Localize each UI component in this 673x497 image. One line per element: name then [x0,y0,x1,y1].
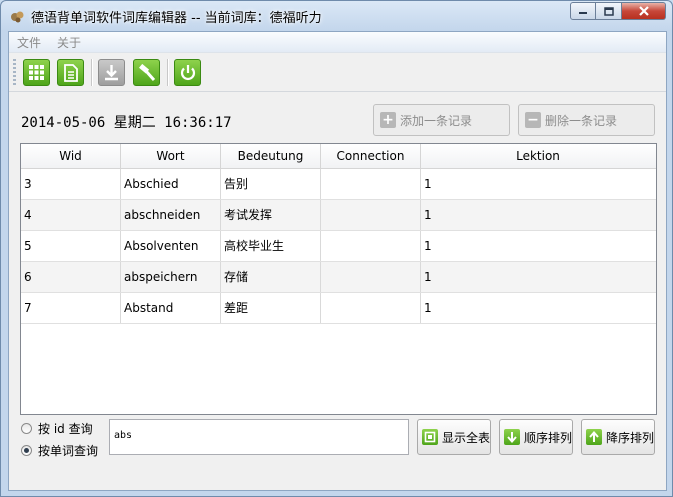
column-header-wid[interactable]: Wid [21,144,121,168]
toolbar-document-button[interactable] [57,59,84,86]
cell-lektion[interactable]: 1 [421,293,655,323]
column-header-connection[interactable]: Connection [321,144,421,168]
toolbar-power-button[interactable] [174,59,201,86]
radio-button[interactable] [21,423,32,434]
cell-wort[interactable]: abspeichern [121,262,221,292]
cell-connection[interactable] [321,262,421,292]
radio-query-by-id-label: 按 id 查询 [38,422,93,436]
table-row[interactable]: 3 Abschied 告别 1 [21,169,656,200]
minimize-button[interactable] [570,2,596,20]
arrow-up-icon [586,429,602,445]
show-all-button[interactable]: 显示全表 [417,419,491,455]
document-icon [63,63,78,82]
table-row[interactable]: 7 Abstand 差距 1 [21,293,656,324]
cell-wort[interactable]: Absolventen [121,231,221,261]
cell-wort[interactable]: Abstand [121,293,221,323]
search-input[interactable]: abs [109,419,409,455]
menu-about[interactable]: 关于 [57,34,81,51]
grid-icon [29,65,44,80]
toolbar-separator [167,59,169,86]
cell-wid[interactable]: 6 [21,262,121,292]
maximize-icon [603,6,614,16]
toolbar-separator [91,59,93,86]
cell-wid[interactable]: 3 [21,169,121,199]
column-header-wort[interactable]: Wort [121,144,221,168]
cell-bedeutung[interactable]: 告别 [221,169,321,199]
hammer-icon [138,63,155,81]
expand-icon [422,429,438,445]
radio-query-by-id[interactable]: 按 id 查询 [21,420,93,437]
sort-descending-label: 降序排列 [606,430,655,445]
window-title: 德语背单词软件词库编辑器 -- 当前词库：德福听力 [31,11,322,26]
cell-bedeutung[interactable]: 存储 [221,262,321,292]
cell-wid[interactable]: 5 [21,231,121,261]
cell-bedeutung[interactable]: 差距 [221,293,321,323]
title-bar[interactable]: 德语背单词软件词库编辑器 -- 当前词库：德福听力 [1,1,672,31]
menu-bar: 文件 关于 [9,32,666,52]
column-header-bedeutung[interactable]: Bedeutung [221,144,321,168]
show-all-label: 显示全表 [442,430,491,445]
table-header: Wid Wort Bedeutung Connection Lektion [21,144,656,169]
cell-bedeutung[interactable]: 考试发挥 [221,200,321,230]
cell-wid[interactable]: 7 [21,293,121,323]
cell-connection[interactable] [321,293,421,323]
menu-file[interactable]: 文件 [17,34,41,51]
toolbar [9,52,666,92]
table-row[interactable]: 5 Absolventen 高校毕业生 1 [21,231,656,262]
cell-connection[interactable] [321,169,421,199]
power-icon [180,64,195,80]
close-icon [638,6,649,16]
radio-query-by-word-label: 按单词查询 [38,444,99,458]
delete-record-button[interactable]: − 删除一条记录 [518,104,655,136]
cell-wort[interactable]: Abschied [121,169,221,199]
minimize-icon [579,12,587,14]
cell-connection[interactable] [321,231,421,261]
close-button[interactable] [622,2,666,20]
add-record-button[interactable]: + 添加一条记录 [373,104,510,136]
sort-descending-button[interactable]: 降序排列 [581,419,655,455]
app-window: 德语背单词软件词库编辑器 -- 当前词库：德福听力 文件 关于 2014-05-… [0,0,673,497]
window-controls [570,2,666,20]
toolbar-grid-button[interactable] [23,59,50,86]
cell-lektion[interactable]: 1 [421,262,655,292]
delete-record-label: 删除一条记录 [545,113,618,128]
sort-ascending-button[interactable]: 顺序排列 [499,419,573,455]
plus-icon: + [380,112,396,128]
radio-query-by-word[interactable]: 按单词查询 [21,442,98,459]
cell-lektion[interactable]: 1 [421,231,655,261]
cell-wid[interactable]: 4 [21,200,121,230]
sort-ascending-label: 顺序排列 [524,430,573,445]
cell-lektion[interactable]: 1 [421,200,655,230]
records-table: Wid Wort Bedeutung Connection Lektion 3 … [20,143,657,415]
cell-lektion[interactable]: 1 [421,169,655,199]
table-row[interactable]: 6 abspeichern 存储 1 [21,262,656,293]
app-icon [11,11,24,23]
datetime-label: 2014-05-06 星期二 16:36:17 [21,115,232,131]
radio-button-selected[interactable] [21,445,32,456]
toolbar-grip[interactable] [13,59,16,86]
cell-connection[interactable] [321,200,421,230]
cell-wort[interactable]: abschneiden [121,200,221,230]
minus-icon: − [525,112,541,128]
table-row[interactable]: 4 abschneiden 考试发挥 1 [21,200,656,231]
toolbar-download-button[interactable] [98,59,125,86]
add-record-label: 添加一条记录 [400,113,473,128]
column-header-lektion[interactable]: Lektion [421,144,655,168]
cell-bedeutung[interactable]: 高校毕业生 [221,231,321,261]
arrow-down-icon [504,429,520,445]
maximize-button[interactable] [596,2,622,20]
download-icon [105,65,118,81]
client-area: 文件 关于 2014-05-06 星期二 16:36:17 + 添加一条记录 −… [8,31,667,491]
toolbar-hammer-button[interactable] [133,59,160,86]
